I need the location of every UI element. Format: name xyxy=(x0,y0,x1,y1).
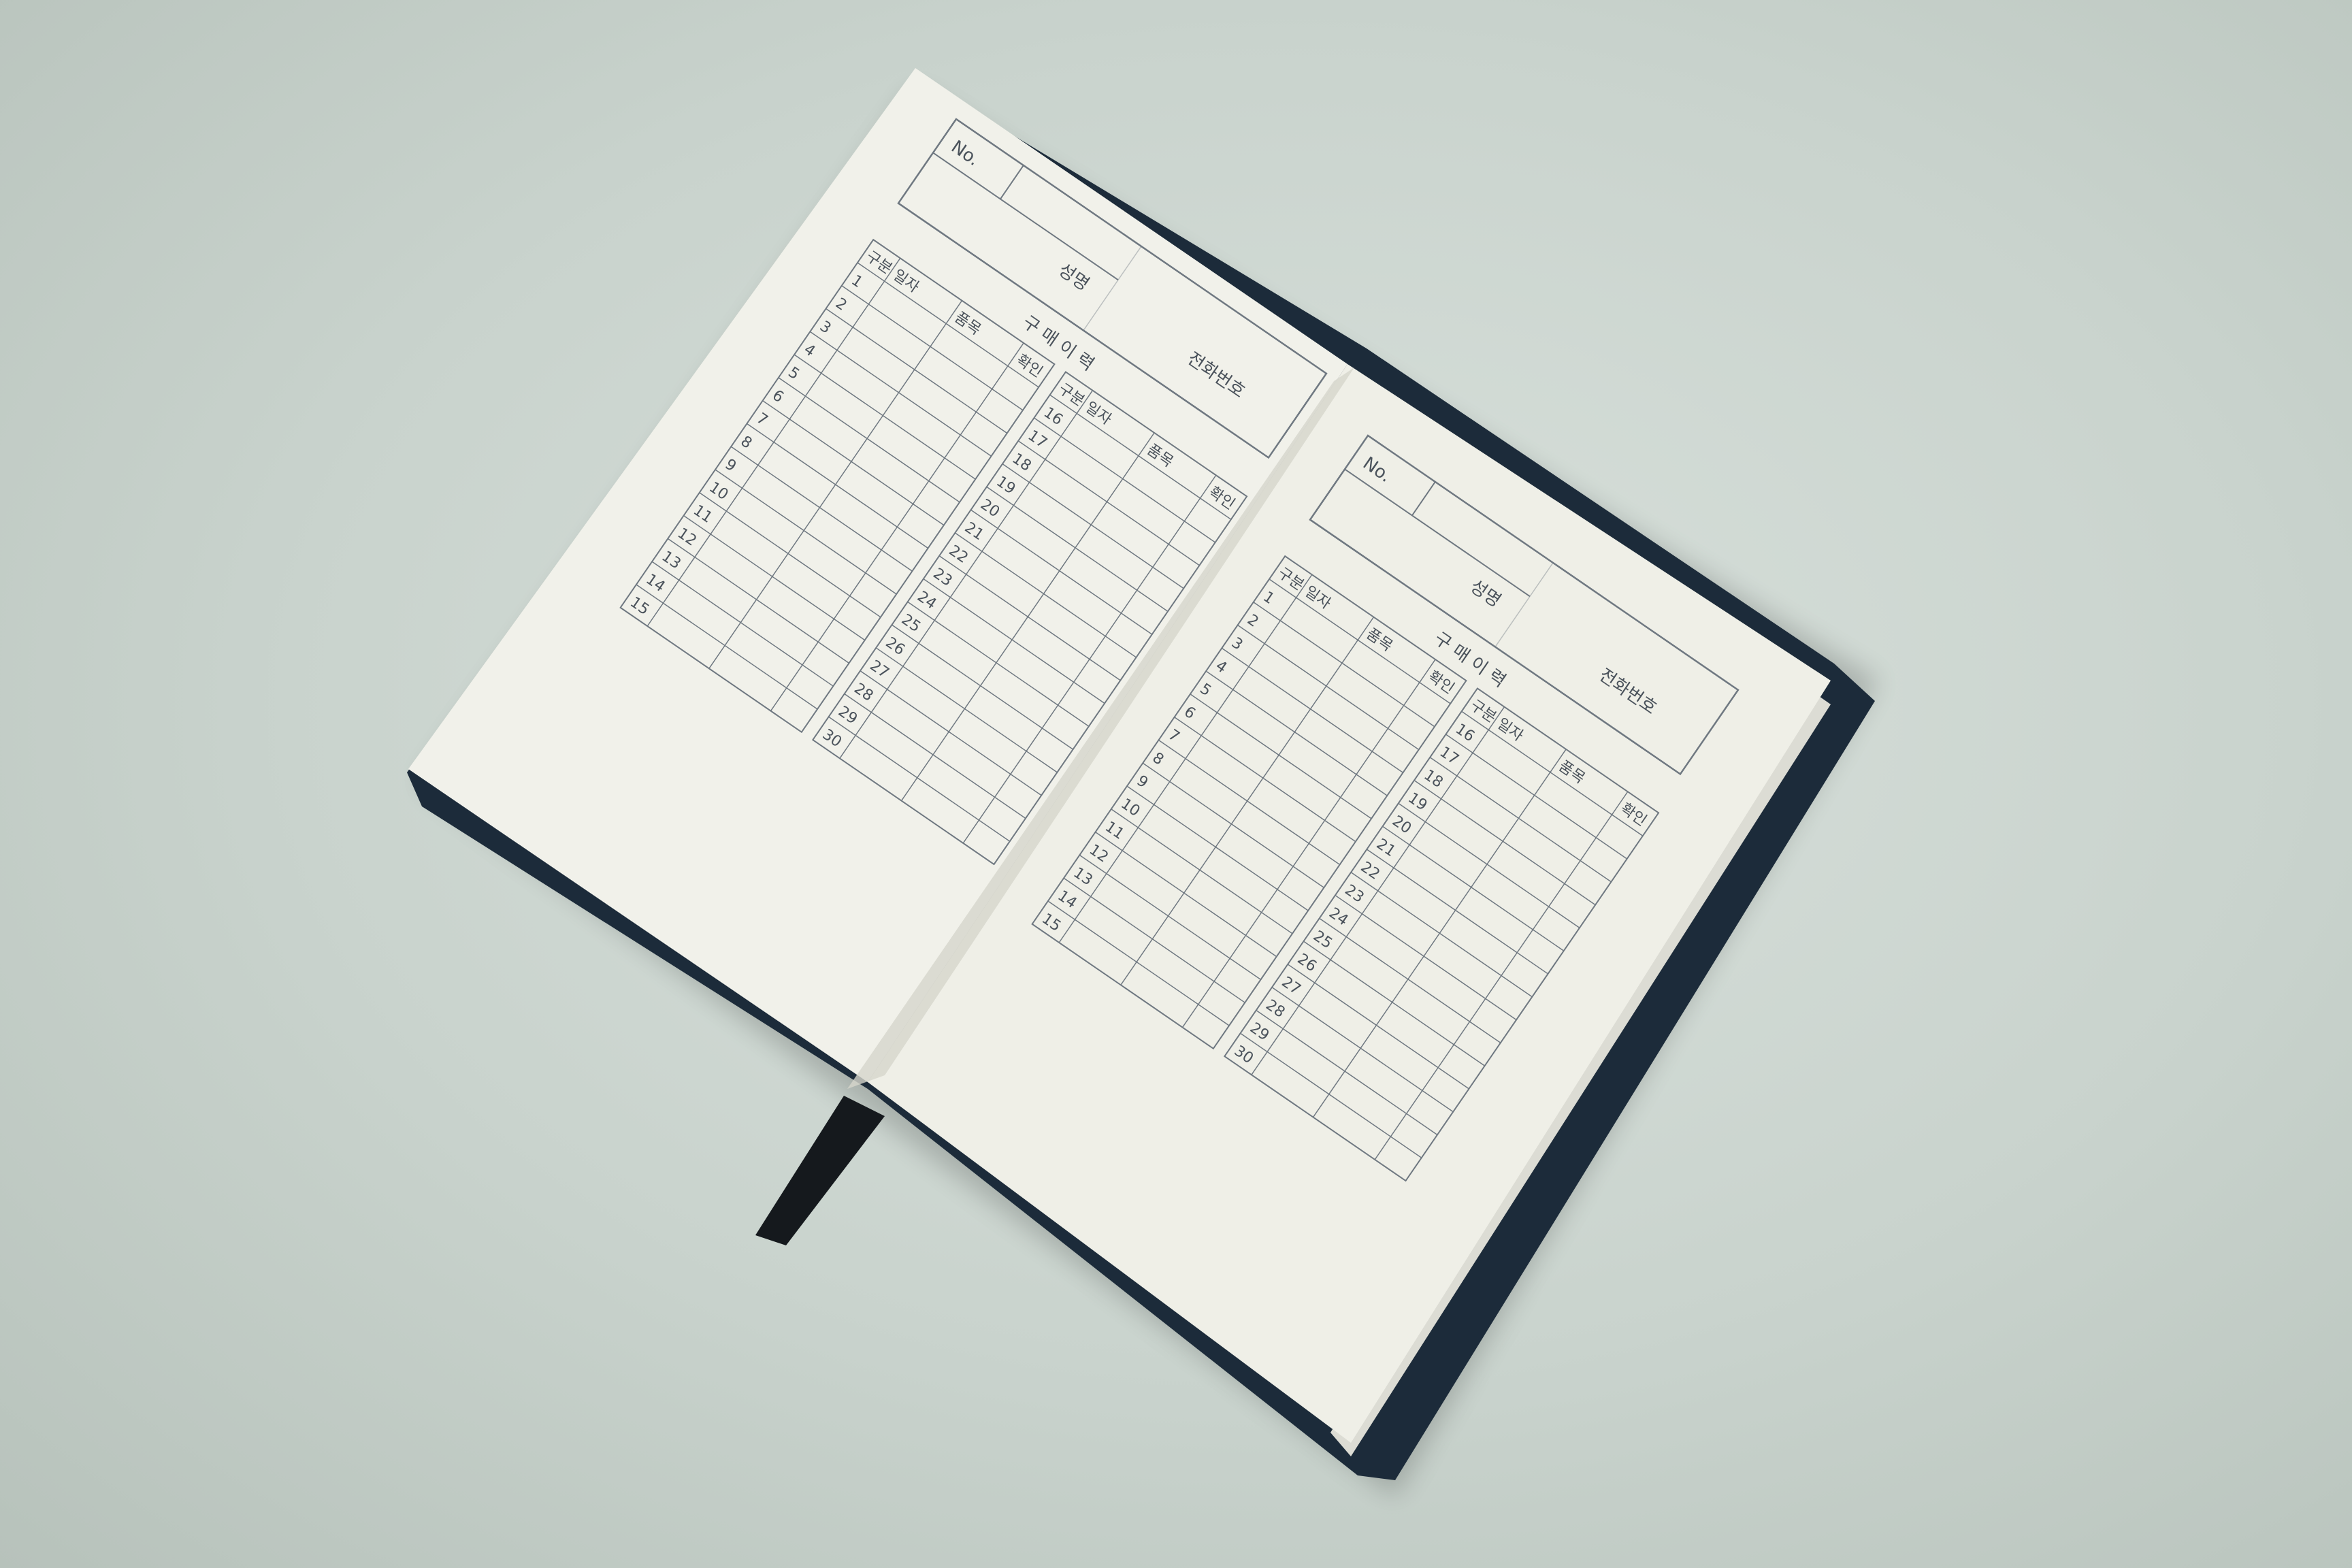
photo-scene: No.성명전화번호구 매 이 력구분일자품목확인1234567891011121… xyxy=(407,68,1878,1497)
bookmark-ribbon xyxy=(755,1096,885,1245)
